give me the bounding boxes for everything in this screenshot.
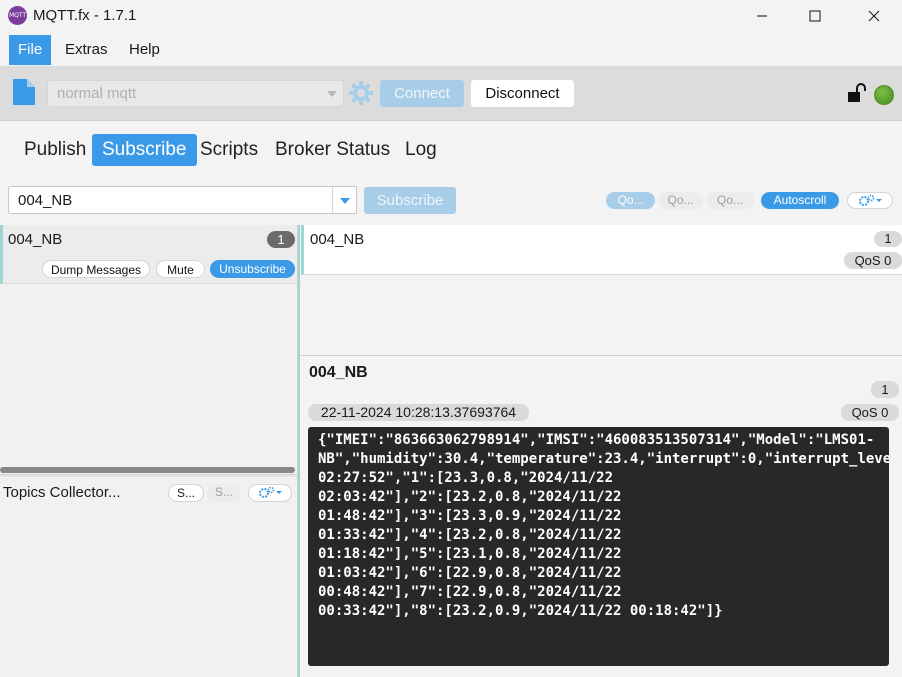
connect-button[interactable]: Connect [380,80,464,107]
menu-bar: File Extras Help [0,34,902,66]
connection-profile-select[interactable]: normal mqtt [47,80,344,107]
autoscroll-toggle[interactable]: Autoscroll [761,192,839,209]
collector-scan-button[interactable]: S... [168,484,204,502]
chevron-down-icon [327,91,337,97]
message-detail: 004_NB 1 22-11-2024 10:28:13.37693764 Qo… [301,357,902,677]
message-topic: 004_NB [310,231,365,248]
subscriptions-pane: 004_NB 1 Dump Messages Mute Unsubscribe … [0,225,297,677]
subscription-message-count: 1 [267,231,295,248]
collector-stop-button[interactable]: S... [207,484,241,502]
menu-extras[interactable]: Extras [56,35,117,65]
close-icon [868,10,880,22]
unlocked-padlock-icon [848,83,866,102]
detail-timestamp: 22-11-2024 10:28:13.37693764 [308,404,529,421]
title-bar: MQTT MQTT.fx - 1.7.1 [0,0,902,34]
options-menu-button[interactable] [847,192,893,209]
chevron-down-icon[interactable] [332,187,356,213]
topic-combo-input[interactable]: 004_NB [8,186,357,214]
connection-profile-value: normal mqtt [57,85,137,102]
vertical-split-divider[interactable] [297,225,300,677]
horizontal-scrollbar[interactable] [0,467,295,473]
settings-gear-icon[interactable] [348,80,374,106]
topic-input-value: 004_NB [18,192,73,209]
tab-broker-status[interactable]: Broker Status [265,134,400,166]
edit-profile-document-icon[interactable] [12,78,36,106]
detail-topic: 004_NB [309,364,368,381]
menu-help[interactable]: Help [120,35,169,65]
unsubscribe-button[interactable]: Unsubscribe [210,260,295,278]
connection-status-indicator [874,85,894,105]
qos1-toggle[interactable]: Qo... [658,192,703,209]
tab-log[interactable]: Log [395,134,447,166]
detail-qos-badge: QoS 0 [841,404,899,421]
minimize-icon [757,15,767,17]
gears-dropdown-icon [259,486,282,498]
subscription-topic: 004_NB [8,231,63,248]
window-title: MQTT.fx - 1.7.1 [33,7,137,24]
maximize-button[interactable] [789,0,841,32]
subscribe-button[interactable]: Subscribe [364,187,456,214]
qos0-toggle[interactable]: Qo... [606,192,655,209]
main-tabs: Publish Subscribe Scripts Broker Status … [0,122,902,180]
tab-scripts[interactable]: Scripts [190,134,268,166]
gears-dropdown-icon [859,194,882,206]
subscribe-bar: 004_NB Subscribe Qo... Qo... Qo... Autos… [0,180,902,224]
disconnect-button[interactable]: Disconnect [471,80,574,107]
message-qos-badge: QoS 0 [844,252,902,269]
topics-collector: Topics Collector... S... S... [0,478,297,508]
message-payload[interactable]: {"IMEI":"863663062798914","IMSI":"460083… [308,427,889,666]
close-button[interactable] [848,0,900,32]
tab-subscribe[interactable]: Subscribe [92,134,197,166]
message-list: 004_NB 1 QoS 0 [301,225,902,356]
tab-publish[interactable]: Publish [14,134,96,166]
pane-divider[interactable] [0,474,297,477]
subscription-item[interactable]: 004_NB 1 Dump Messages Mute Unsubscribe [0,225,297,284]
menu-file[interactable]: File [9,35,52,65]
app-logo-icon: MQTT [8,6,27,25]
topics-collector-title[interactable]: Topics Collector... [3,484,121,501]
message-row[interactable]: 004_NB 1 QoS 0 [301,225,902,275]
minimize-button[interactable] [736,0,788,32]
qos2-toggle[interactable]: Qo... [706,192,754,209]
maximize-icon [809,10,821,22]
detail-index-badge: 1 [871,381,899,398]
message-index-badge: 1 [874,231,902,247]
dump-messages-button[interactable]: Dump Messages [42,260,150,278]
connection-toolbar: normal mqtt Connect Disconnect [0,66,902,121]
mute-button[interactable]: Mute [156,260,205,278]
collector-options-button[interactable] [248,484,292,502]
